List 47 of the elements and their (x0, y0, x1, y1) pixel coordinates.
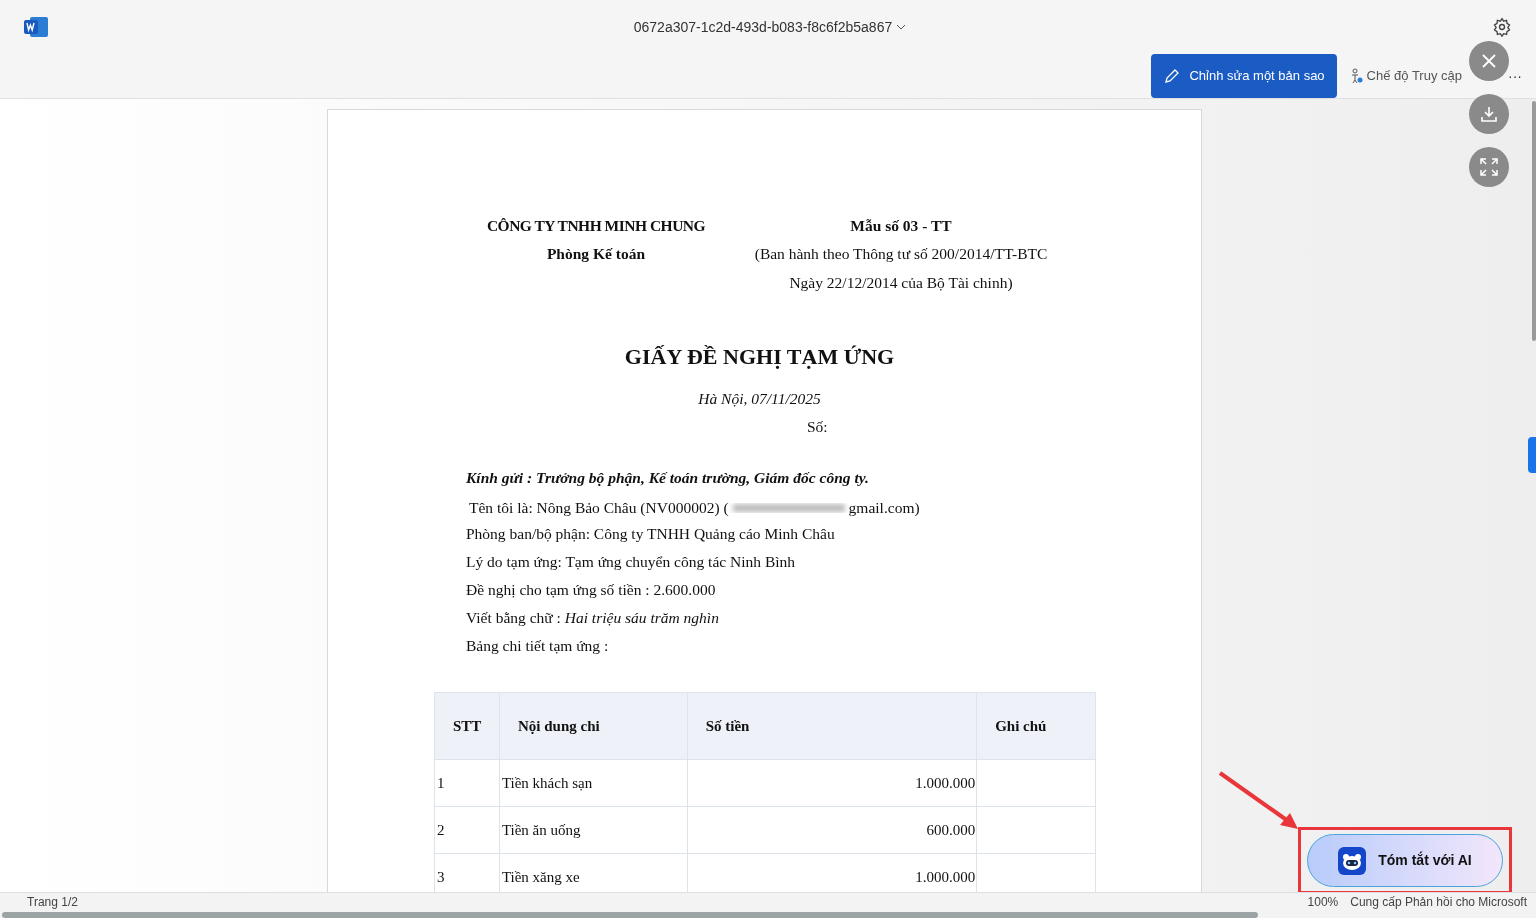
column-header: Ghi chú (976, 692, 1095, 759)
department-name: Phòng Kế toán (546, 244, 646, 264)
form-line: Phòng ban/bộ phận: Công ty TNHH Quảng cáo Minh Châu (466, 523, 836, 544)
form-note: (Ban hành theo Thông tư số 200/2014/TT-BTC (754, 244, 1048, 264)
side-panel-tab[interactable] (1528, 437, 1536, 473)
form-line: Lý do tạm ứng: Tạm ứng chuyển công tác Ninh Bình (466, 551, 797, 572)
table-cell-text: 600.000 (926, 820, 976, 840)
form-line: Đề nghị cho tạm ứng số tiền : 2.600.000 (466, 579, 717, 600)
document-title: GIẤY ĐỀ NGHỊ TẠM ỨNG (623, 343, 896, 372)
table-cell-text: 3 (437, 867, 445, 887)
chevron-down-icon (896, 24, 907, 30)
greeting-line: Kính gửi : Trưởng bộ phận, Kế toán trường, Giám đốc công ty. (466, 467, 870, 488)
form-number: Mẫu số 03 - TT (850, 216, 952, 236)
feedback-link[interactable]: Cung cấp Phản hồi cho Microsoft (1350, 895, 1527, 909)
zoom-level: 100% (1307, 895, 1339, 909)
table-cell-text: Tiền khách sạn (501, 773, 593, 793)
edit-copy-button[interactable]: Chỉnh sửa một bản sao (1151, 54, 1337, 98)
file-name-dropdown[interactable]: 0672a307-1c2d-493d-b083-f8c6f2b5a867 (633, 16, 907, 38)
more-options-button[interactable]: ··· (1508, 65, 1522, 87)
name-line-end: gmail.com) (848, 498, 920, 519)
table-cell-text: Tiền xăng xe (501, 867, 580, 887)
company-name: CÔNG TY TNHH MINH CHUNG (486, 216, 706, 236)
download-button[interactable] (1469, 94, 1509, 134)
column-header: STT (452, 716, 483, 736)
column-header: Số tiền (686, 692, 977, 759)
column-header: Nội dung chi (499, 692, 687, 759)
settings-icon[interactable] (1492, 17, 1512, 37)
place-date: Hà Nội, 07/11/2025 (697, 389, 822, 410)
name-line: Tên tôi là: Nông Bảo Châu (NV000002) ( (469, 498, 729, 519)
form-line: Viết bằng chữ : Hai triệu sáu trăm nghìn (466, 607, 720, 628)
robot-icon (1338, 846, 1367, 875)
table-cell-text: Tiền ăn uống (501, 820, 581, 840)
expand-icon (1479, 157, 1499, 177)
table-cell-text: 1.000.000 (915, 867, 976, 887)
table-cell-text: 1 (437, 773, 445, 793)
table-cell-text: 2 (437, 820, 445, 840)
table-cell-text: 1.000.000 (915, 773, 976, 793)
page-indicator: Trang 1/2 (27, 895, 78, 909)
ai-summary-button[interactable]: Tóm tắt với AI (1307, 834, 1503, 887)
download-icon (1480, 105, 1498, 123)
form-note: Ngày 22/12/2014 của Bộ Tài chinh) (789, 273, 1013, 293)
close-icon (1482, 54, 1496, 68)
fullscreen-button[interactable] (1469, 147, 1509, 187)
number-label: Số: (807, 416, 829, 437)
word-logo-icon (24, 16, 48, 38)
access-mode-button[interactable]: Chế độ Truy cập (1348, 66, 1462, 86)
form-line: Bảng chi tiết tạm ứng : (466, 635, 610, 656)
